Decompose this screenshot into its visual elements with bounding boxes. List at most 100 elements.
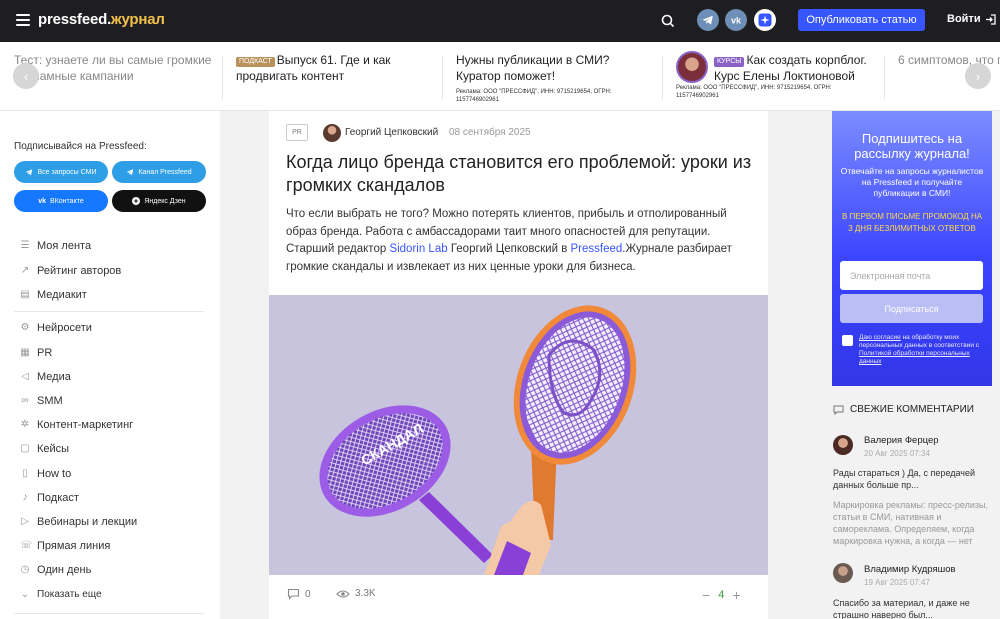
button-label: Все запросы СМИ	[37, 168, 97, 176]
comment-date: 20 Авг 2025 07:34	[864, 449, 930, 458]
nav-my-feed[interactable]: ☰ Моя лента	[20, 240, 92, 252]
nav-label: SMM	[37, 395, 63, 407]
dzen-icon[interactable]	[754, 9, 776, 31]
trend-icon: ↗	[20, 265, 30, 276]
ticker-divider	[662, 56, 663, 100]
promo-text: Отвечайте на запросы журналистов на Pres…	[840, 166, 984, 198]
nav-pr[interactable]: ▦ PR	[20, 347, 52, 359]
nav-label: Контент-маркетинг	[37, 419, 134, 431]
ticker-item-2[interactable]: ПОДКАСТ Выпуск 61. Где и как продвигать к…	[236, 52, 426, 84]
recent-comments-heading: СВЕЖИЕ КОММЕНТАРИИ	[833, 404, 974, 415]
vk-icon: vk	[38, 197, 47, 205]
subscribe-button[interactable]: Подписаться	[840, 294, 983, 323]
news-ticker: Тест: узнаете ли вы самые громкие реклам…	[0, 42, 1000, 111]
nav-authors-rating[interactable]: ↗ Рейтинг авторов	[20, 265, 121, 277]
ticker-item-1[interactable]: Тест: узнаете ли вы самые громкие реклам…	[14, 52, 214, 84]
comment-article-context[interactable]: Маркировка рекламы: пресс-релизы, статьи…	[833, 499, 993, 547]
search-icon[interactable]	[660, 13, 676, 29]
course-avatar	[676, 51, 708, 83]
logo-main: pressfeed.	[38, 11, 112, 28]
pressfeed-channel-button[interactable]: Канал Pressfeed	[112, 161, 206, 183]
ad-disclaimer: Реклама: ООО "ПРЕССФИД", ИНН: 9715219654…	[676, 85, 832, 99]
ticker-text: Тест: узнаете ли вы самые громкие реклам…	[14, 53, 212, 83]
nav-podcast[interactable]: ♪ Подкаст	[20, 492, 79, 504]
nav-label: Прямая линия	[37, 540, 111, 552]
nav-smm[interactable]: ∞ SMM	[20, 395, 63, 407]
nav-label: Моя лента	[37, 240, 92, 252]
yandex-dzen-button[interactable]: Яндекс Дзен	[112, 190, 206, 212]
publish-article-button[interactable]: Опубликовать статью	[798, 9, 925, 31]
ticker-prev-arrow-icon[interactable]: ‹	[13, 63, 39, 89]
telegram-icon	[26, 169, 33, 176]
nav-cases[interactable]: ▢ Кейсы	[20, 443, 69, 455]
show-more-button[interactable]: ⌄ Показать еще	[20, 589, 102, 600]
privacy-policy-link[interactable]: Политикой обработки персональных данных	[859, 350, 970, 365]
consent-link[interactable]: Даю согласие	[859, 334, 901, 341]
author-name[interactable]: Георгий Цепковский	[345, 127, 438, 138]
nav-label: Медиа	[37, 371, 71, 383]
comments-counter[interactable]: 0	[287, 588, 311, 600]
gear-icon: ⚙	[20, 322, 30, 333]
telegram-icon[interactable]	[697, 9, 719, 31]
author-avatar[interactable]	[323, 124, 341, 142]
chevron-down-icon: ⌄	[20, 588, 30, 600]
nav-how-to[interactable]: ▯ How to	[20, 468, 71, 480]
vk-icon[interactable]: vk	[725, 9, 747, 31]
comment-text[interactable]: Рады стараться ) Да, с передачей данных …	[833, 467, 993, 491]
nav-label: Медиакит	[37, 289, 87, 301]
logo[interactable]: pressfeed.журнал	[38, 11, 165, 28]
article-hero-image[interactable]: СКАНДАЛ	[269, 295, 768, 575]
ticker-item-3[interactable]: Нужны публикации в СМИ? Куратор поможет!…	[456, 52, 646, 104]
publish-date: 08 сентября 2025	[449, 127, 531, 138]
left-sidebar: Подписывайся на Pressfeed: Все запросы С…	[0, 111, 220, 619]
login-label: Войти	[947, 13, 981, 25]
document-icon: ▢	[20, 443, 30, 454]
avatar[interactable]	[833, 563, 853, 583]
article-card: PR Георгий Цепковский 08 сентября 2025 К…	[269, 111, 768, 619]
document-icon: ▤	[20, 289, 30, 300]
minus-icon[interactable]: −	[702, 587, 710, 603]
promo-heading: Подпишитесь на рассылку журнала!	[854, 131, 970, 161]
rating-control: − 4 +	[702, 587, 741, 603]
sidebar-divider	[14, 613, 204, 614]
nav-webinars[interactable]: ▷ Вебинары и лекции	[20, 516, 137, 528]
ticker-divider	[884, 56, 885, 100]
comment-author[interactable]: Владимир Кудряшов	[864, 564, 956, 575]
newsletter-promo: Подпишитесь на рассылку журнала! Отвечай…	[832, 111, 992, 386]
nav-content-marketing[interactable]: ✲ Контент-маркетинг	[20, 419, 133, 431]
ticker-next-arrow-icon[interactable]: ›	[965, 63, 991, 89]
category-badge[interactable]: PR	[286, 124, 308, 141]
article-title[interactable]: Когда лицо бренда становится его проблем…	[286, 151, 756, 197]
views-count: 3.3K	[355, 588, 376, 599]
phone-icon: ☏	[20, 540, 33, 551]
plus-icon[interactable]: +	[732, 587, 740, 603]
comment-date: 19 Авг 2025 07:47	[864, 578, 930, 587]
list-icon: ☰	[20, 240, 30, 251]
svg-text:vk: vk	[731, 16, 742, 26]
nav-direct-line[interactable]: ☏ Прямая линия	[20, 540, 110, 552]
pr-icon: ▦	[20, 347, 30, 358]
comment-author[interactable]: Валерия Ферцер	[864, 435, 939, 446]
avatar[interactable]	[833, 435, 853, 455]
login-button[interactable]: Войти	[947, 13, 996, 25]
nav-mediakit[interactable]: ▤ Медиакит	[20, 289, 87, 301]
megaphone-icon: ◁	[21, 371, 29, 382]
nav-label: Подкаст	[37, 492, 79, 504]
top-header: pressfeed.журнал vk Опубликовать статью …	[0, 0, 1000, 42]
play-icon: ▷	[21, 516, 29, 527]
pressfeed-link[interactable]: Pressfeed	[571, 243, 623, 255]
email-field[interactable]	[840, 261, 983, 290]
consent-checkbox[interactable]	[842, 335, 853, 346]
comment-text[interactable]: Спасибо за материал, и даже не страшно н…	[833, 597, 993, 619]
nav-one-day[interactable]: ◷ Один день	[20, 564, 92, 576]
menu-icon[interactable]	[16, 14, 30, 26]
nav-media[interactable]: ◁ Медиа	[20, 371, 71, 383]
views-counter: 3.3K	[336, 588, 376, 599]
all-media-requests-button[interactable]: Все запросы СМИ	[14, 161, 108, 183]
nav-label: Рейтинг авторов	[37, 265, 122, 277]
nav-neural-networks[interactable]: ⚙ Нейросети	[20, 322, 92, 334]
vkontakte-button[interactable]: vk ВКонтакте	[14, 190, 108, 212]
ticker-item-4[interactable]: КУРСЫ Как создать корпблог. Курс Елены Ло…	[714, 52, 882, 84]
sidorin-lab-link[interactable]: Sidorin Lab	[389, 243, 447, 255]
sidebar-divider	[14, 311, 204, 312]
